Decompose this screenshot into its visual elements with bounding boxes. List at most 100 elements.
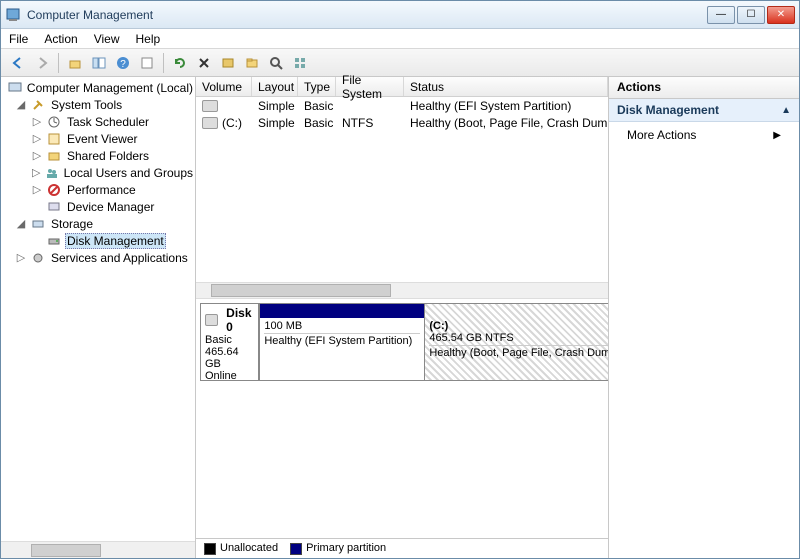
performance-icon	[46, 182, 62, 198]
scroll-thumb[interactable]	[211, 284, 391, 297]
menu-bar: File Action View Help	[1, 29, 799, 49]
actions-pane: Actions Disk Management ▲ More Actions ▶	[609, 77, 799, 558]
actions-section-disk-management[interactable]: Disk Management ▲	[609, 99, 799, 122]
actions-more[interactable]: More Actions ▶	[609, 122, 799, 148]
partition-size: 100 MB	[264, 320, 420, 332]
disk-size: 465.64 GB	[205, 346, 254, 370]
tree-pane: Computer Management (Local) ◢ System Too…	[1, 77, 196, 558]
computer-icon	[8, 80, 22, 96]
disk-label: Disk 0	[226, 306, 254, 334]
tree-device-manager[interactable]: Device Manager	[1, 198, 195, 215]
disk-state: Online	[205, 370, 254, 382]
partition-size: 465.54 GB NTFS	[429, 332, 608, 344]
cell-layout: Simple	[252, 116, 298, 130]
cell-fs: NTFS	[336, 116, 404, 130]
close-button[interactable]: ✕	[767, 6, 795, 24]
expand-icon[interactable]: ▷	[31, 115, 43, 128]
maximize-button[interactable]: ☐	[737, 6, 765, 24]
partition-c[interactable]: (C:) 465.54 GB NTFS Healthy (Boot, Page …	[424, 304, 608, 380]
partition-status: Healthy (EFI System Partition)	[264, 333, 420, 347]
partition-name: (C:)	[429, 320, 608, 332]
services-icon	[30, 250, 46, 266]
col-volume[interactable]: Volume	[196, 77, 252, 96]
tree-system-tools[interactable]: ◢ System Tools	[1, 96, 195, 113]
actions-section-label: Disk Management	[617, 103, 719, 117]
settings-icon[interactable]	[217, 52, 239, 74]
expand-icon[interactable]: ▷	[31, 132, 43, 145]
cell-layout: Simple	[252, 99, 298, 113]
collapse-icon[interactable]: ◢	[15, 98, 27, 111]
tree-label: System Tools	[49, 98, 124, 112]
volume-table-header: Volume Layout Type File System Status	[196, 77, 608, 97]
tree-label: Computer Management (Local)	[25, 81, 195, 95]
tree-local-users[interactable]: ▷ Local Users and Groups	[1, 164, 195, 181]
help-button[interactable]: ?	[112, 52, 134, 74]
disk-icon	[205, 314, 218, 326]
menu-file[interactable]: File	[9, 32, 28, 46]
back-button[interactable]	[7, 52, 29, 74]
storage-icon	[30, 216, 46, 232]
table-row[interactable]: (C:) Simple Basic NTFS Healthy (Boot, Pa…	[196, 114, 608, 131]
col-filesystem[interactable]: File System	[336, 77, 404, 96]
volume-scrollbar[interactable]	[196, 282, 608, 299]
partition-efi[interactable]: 100 MB Healthy (EFI System Partition)	[259, 304, 424, 380]
partition-status: Healthy (Boot, Page File, Crash Dump	[429, 345, 608, 359]
disk-info[interactable]: Disk 0 Basic 465.64 GB Online	[200, 303, 259, 381]
tree-task-scheduler[interactable]: ▷ Task Scheduler	[1, 113, 195, 130]
users-icon	[45, 165, 59, 181]
tree-label: Services and Applications	[49, 251, 190, 265]
nav-tree[interactable]: Computer Management (Local) ◢ System Too…	[1, 77, 195, 541]
disk-graphical-view: Disk 0 Basic 465.64 GB Online 100 MB Hea…	[196, 299, 608, 558]
delete-icon[interactable]	[193, 52, 215, 74]
tree-label: Event Viewer	[65, 132, 139, 146]
tree-label: Device Manager	[65, 200, 156, 214]
legend-label: Unallocated	[220, 542, 278, 554]
menu-view[interactable]: View	[94, 32, 120, 46]
disk-row[interactable]: Disk 0 Basic 465.64 GB Online 100 MB Hea…	[200, 303, 604, 381]
disk-type: Basic	[205, 334, 254, 346]
tree-event-viewer[interactable]: ▷ Event Viewer	[1, 130, 195, 147]
tree-performance[interactable]: ▷ Performance	[1, 181, 195, 198]
list-icon[interactable]	[289, 52, 311, 74]
toolbar-separator	[58, 53, 59, 73]
tree-scrollbar[interactable]	[1, 541, 195, 558]
title-bar: Computer Management — ☐ ✕	[1, 1, 799, 29]
collapse-icon[interactable]: ◢	[15, 217, 27, 230]
cell-volume: (C:)	[222, 116, 242, 130]
tree-services-apps[interactable]: ▷ Services and Applications	[1, 249, 195, 266]
legend-unallocated: Unallocated	[204, 542, 278, 554]
tree-label: Task Scheduler	[65, 115, 151, 129]
volume-table-body[interactable]: Simple Basic Healthy (EFI System Partiti…	[196, 97, 608, 282]
minimize-button[interactable]: —	[707, 6, 735, 24]
col-status[interactable]: Status	[404, 77, 608, 96]
menu-help[interactable]: Help	[136, 32, 161, 46]
tree-storage[interactable]: ◢ Storage	[1, 215, 195, 232]
app-icon	[5, 7, 21, 23]
cell-status: Healthy (Boot, Page File, Crash Dump	[404, 116, 608, 130]
tree-root[interactable]: Computer Management (Local)	[1, 79, 195, 96]
tree-disk-management[interactable]: Disk Management	[1, 232, 195, 249]
col-layout[interactable]: Layout	[252, 77, 298, 96]
zoom-icon[interactable]	[265, 52, 287, 74]
open-icon[interactable]	[241, 52, 263, 74]
actions-more-label: More Actions	[627, 128, 696, 142]
col-type[interactable]: Type	[298, 77, 336, 96]
scroll-thumb[interactable]	[31, 544, 101, 557]
forward-button[interactable]	[31, 52, 53, 74]
show-hide-tree-button[interactable]	[88, 52, 110, 74]
properties-button[interactable]	[136, 52, 158, 74]
expand-icon[interactable]: ▷	[31, 183, 43, 196]
tree-shared-folders[interactable]: ▷ Shared Folders	[1, 147, 195, 164]
collapse-icon[interactable]: ▲	[781, 105, 791, 116]
expand-icon[interactable]: ▷	[31, 166, 42, 179]
tree-label: Performance	[65, 183, 138, 197]
menu-action[interactable]: Action	[44, 32, 77, 46]
refresh-button[interactable]	[169, 52, 191, 74]
tools-icon	[30, 97, 46, 113]
disk-icon	[46, 233, 62, 249]
table-row[interactable]: Simple Basic Healthy (EFI System Partiti…	[196, 97, 608, 114]
expand-icon[interactable]: ▷	[15, 251, 27, 264]
volume-icon	[202, 100, 218, 112]
expand-icon[interactable]: ▷	[31, 149, 43, 162]
up-button[interactable]	[64, 52, 86, 74]
